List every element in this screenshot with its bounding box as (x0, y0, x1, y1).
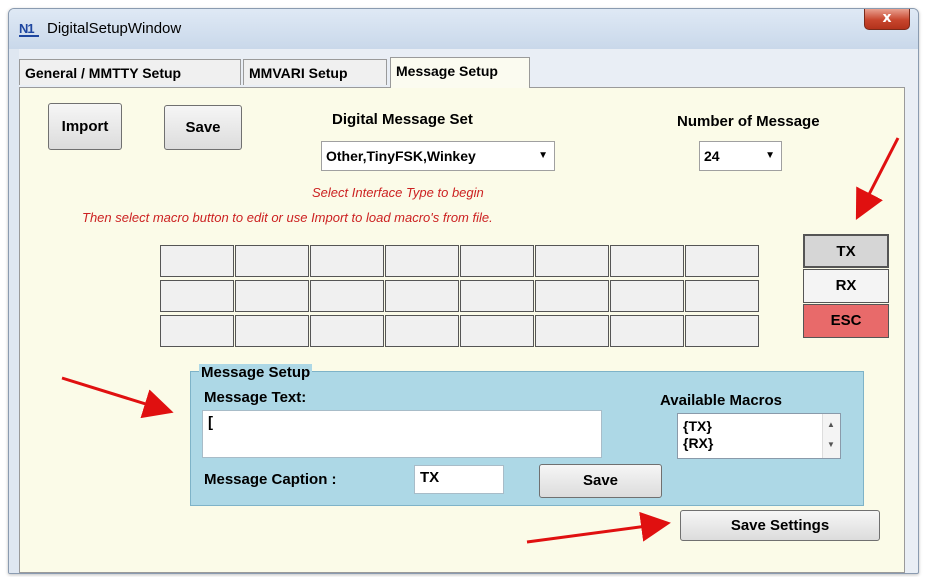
tab-message-setup[interactable]: Message Setup (390, 57, 530, 88)
arrow-to-save-settings (526, 511, 671, 544)
arrow-to-message-text (61, 376, 174, 419)
arrow-to-tx (855, 137, 900, 221)
